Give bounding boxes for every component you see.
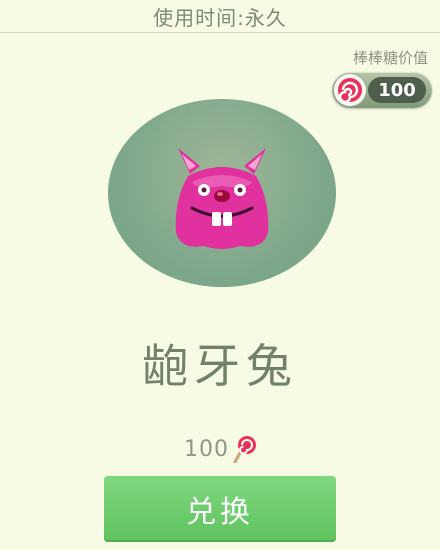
exchange-button[interactable]: 兑换 [104,476,336,542]
lollipop-value-amount: 100 [368,77,426,103]
lollipop-icon [233,436,256,463]
lollipop-value-badge: 100 [332,72,432,108]
buck-tooth-bunny-icon [175,148,269,249]
item-name: 龅牙兔 [142,339,298,393]
usage-time-label: 使用时间:永久 [0,0,440,33]
lollipop-value-label: 棒棒糖价值 [352,49,428,67]
item-price-value: 100 [184,436,229,462]
candy-icon [334,74,366,106]
item-price: 100 [184,434,257,464]
